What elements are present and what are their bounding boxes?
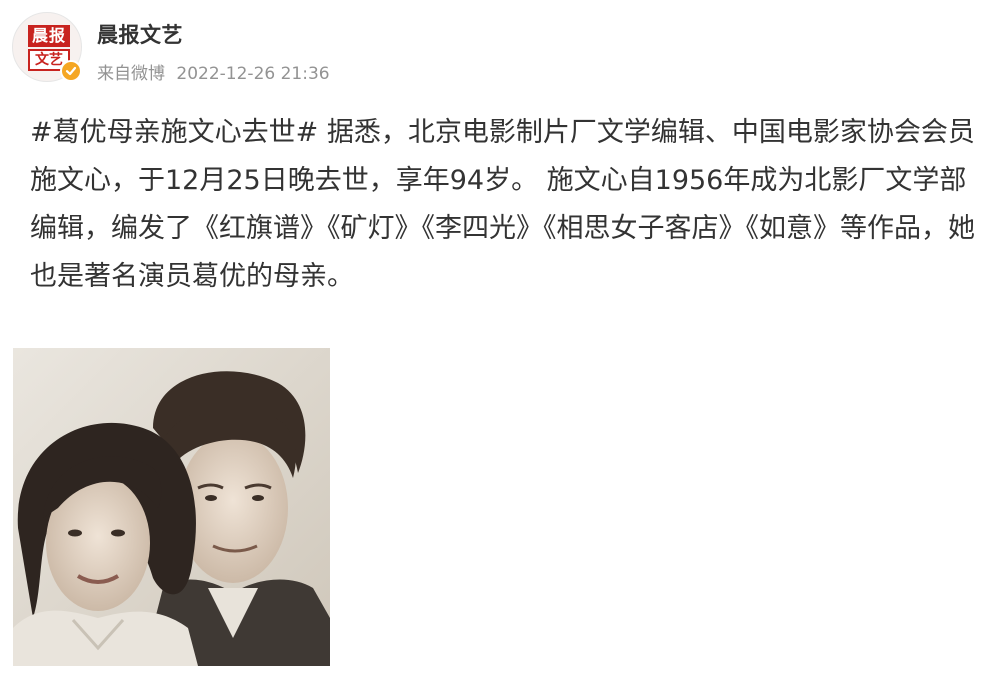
post-meta: 来自微博 2022-12-26 21:36 (97, 59, 330, 84)
post-source: 来自微博 (97, 64, 165, 84)
author-name[interactable]: 晨报文艺 (97, 19, 183, 49)
verified-badge-icon (60, 60, 82, 82)
hashtag-link[interactable]: #葛优母亲施文心去世# (30, 117, 318, 148)
vintage-portrait-photo (13, 348, 330, 666)
post-text: #葛优母亲施文心去世# 据悉，北京电影制片厂文学编辑、中国电影家协会会员施文心，… (30, 109, 975, 301)
post-photo[interactable] (13, 348, 330, 666)
weibo-post: 晨报 文艺 晨报文艺 来自微博 2022-12-26 21:36 #葛优母亲施文… (0, 0, 1000, 685)
avatar-logo-top: 晨报 (28, 25, 70, 47)
post-timestamp[interactable]: 2022-12-26 21:36 (176, 64, 329, 84)
